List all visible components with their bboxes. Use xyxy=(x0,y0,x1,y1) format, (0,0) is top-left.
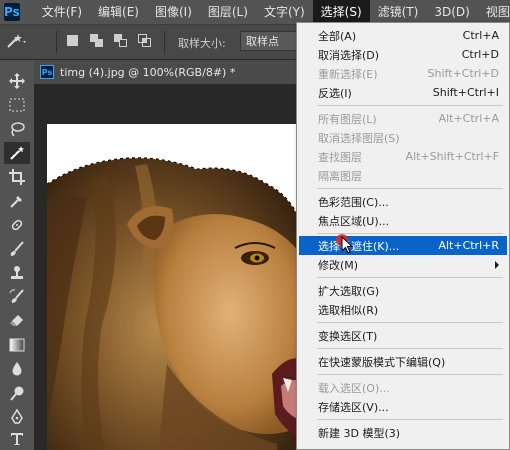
menu-item-deselect-layers[interactable]: 取消选择图层(S) xyxy=(299,128,507,147)
menu-item-isolate-layers[interactable]: 隔离图层 xyxy=(299,166,507,185)
eraser-tool-icon[interactable] xyxy=(4,310,30,332)
lasso-tool-icon[interactable] xyxy=(4,118,30,140)
menu-item-select-and-mask[interactable]: 选择并遮住(K)... Alt+Ctrl+R xyxy=(299,236,507,255)
menu-item-inverse[interactable]: 反选(I) Shift+Ctrl+I xyxy=(299,83,507,102)
menu-item-deselect[interactable]: 取消选择(D) Ctrl+D xyxy=(299,45,507,64)
menu-edit[interactable]: 编辑(E) xyxy=(90,0,147,24)
history-brush-tool-icon[interactable] xyxy=(4,286,30,308)
menu-item-find-layers[interactable]: 查找图层 Alt+Shift+Ctrl+F xyxy=(299,147,507,166)
submenu-arrow-icon xyxy=(495,260,499,269)
move-tool-icon[interactable] xyxy=(4,70,30,92)
add-to-selection-icon[interactable] xyxy=(90,34,104,48)
menu-item-focus-area[interactable]: 焦点区域(U)... xyxy=(299,211,507,230)
healing-brush-tool-icon[interactable] xyxy=(4,214,30,236)
menu-item-quick-mask[interactable]: 在快速蒙版模式下编辑(Q) xyxy=(299,352,507,371)
menu-separator xyxy=(317,188,503,189)
menu-separator xyxy=(317,105,503,106)
menu-separator xyxy=(317,419,503,420)
magic-wand-tool-icon[interactable] xyxy=(4,142,30,164)
menu-item-load-selection[interactable]: 载入选区(O)... xyxy=(299,378,507,397)
menu-select[interactable]: 选择(S) xyxy=(312,0,370,24)
menu-separator xyxy=(317,348,503,349)
mouse-cursor-icon xyxy=(341,236,353,254)
menu-item-new-3d-extrusion[interactable]: 新建 3D 模型(3) xyxy=(299,423,507,442)
clone-stamp-tool-icon[interactable] xyxy=(4,262,30,284)
menu-separator xyxy=(317,374,503,375)
new-selection-icon[interactable] xyxy=(66,34,80,48)
separator xyxy=(164,31,165,53)
menu-image[interactable]: 图像(I) xyxy=(147,0,200,24)
gradient-tool-icon[interactable] xyxy=(4,334,30,356)
document-title: timg (4).jpg @ 100%(RGB/8#) * xyxy=(60,65,236,79)
subtract-from-selection-icon[interactable] xyxy=(114,34,128,48)
blur-tool-icon[interactable] xyxy=(4,358,30,380)
menu-item-grow[interactable]: 扩大选取(G) xyxy=(299,281,507,300)
brush-tool-icon[interactable] xyxy=(4,238,30,260)
menu-separator xyxy=(317,322,503,323)
menu-file[interactable]: 文件(F) xyxy=(34,0,90,24)
intersect-selection-icon[interactable] xyxy=(138,34,152,48)
menu-item-transform-selection[interactable]: 变换选区(T) xyxy=(299,326,507,345)
separator xyxy=(56,31,57,53)
ps-document-icon: Ps xyxy=(40,65,54,79)
sample-size-select[interactable]: 取样点 xyxy=(240,31,298,51)
menu-type[interactable]: 文字(Y) xyxy=(256,0,313,24)
eyedropper-tool-icon[interactable] xyxy=(4,190,30,212)
menu-filter[interactable]: 滤镜(T) xyxy=(370,0,427,24)
menu-3d[interactable]: 3D(D) xyxy=(426,0,477,24)
menu-layer[interactable]: 图层(L) xyxy=(200,0,256,24)
menu-item-all-layers[interactable]: 所有图层(L) Alt+Ctrl+A xyxy=(299,109,507,128)
tools-panel xyxy=(0,60,35,450)
select-menu-dropdown: 全部(A) Ctrl+A 取消选择(D) Ctrl+D 重新选择(E) Shif… xyxy=(296,22,510,450)
photoshop-logo: Ps xyxy=(4,3,20,21)
menu-item-modify[interactable]: 修改(M) xyxy=(299,255,507,274)
menu-separator xyxy=(317,277,503,278)
menu-item-select-all[interactable]: 全部(A) Ctrl+A xyxy=(299,26,507,45)
marquee-tool-icon[interactable] xyxy=(4,94,30,116)
document-tab[interactable]: Ps timg (4).jpg @ 100%(RGB/8#) * xyxy=(34,60,296,84)
crop-tool-icon[interactable] xyxy=(4,166,30,188)
sample-size-label: 取样大小: xyxy=(178,37,226,50)
menu-item-color-range[interactable]: 色彩范围(C)... xyxy=(299,192,507,211)
type-tool-icon[interactable] xyxy=(4,428,30,450)
menu-view[interactable]: 视图( xyxy=(478,0,510,24)
pen-tool-icon[interactable] xyxy=(4,406,30,428)
menu-item-reselect[interactable]: 重新选择(E) Shift+Ctrl+D xyxy=(299,64,507,83)
magic-wand-preset-icon[interactable] xyxy=(6,33,26,48)
menu-item-save-selection[interactable]: 存储选区(V)... xyxy=(299,397,507,416)
menu-item-similar[interactable]: 选取相似(R) xyxy=(299,300,507,319)
dodge-tool-icon[interactable] xyxy=(4,382,30,404)
